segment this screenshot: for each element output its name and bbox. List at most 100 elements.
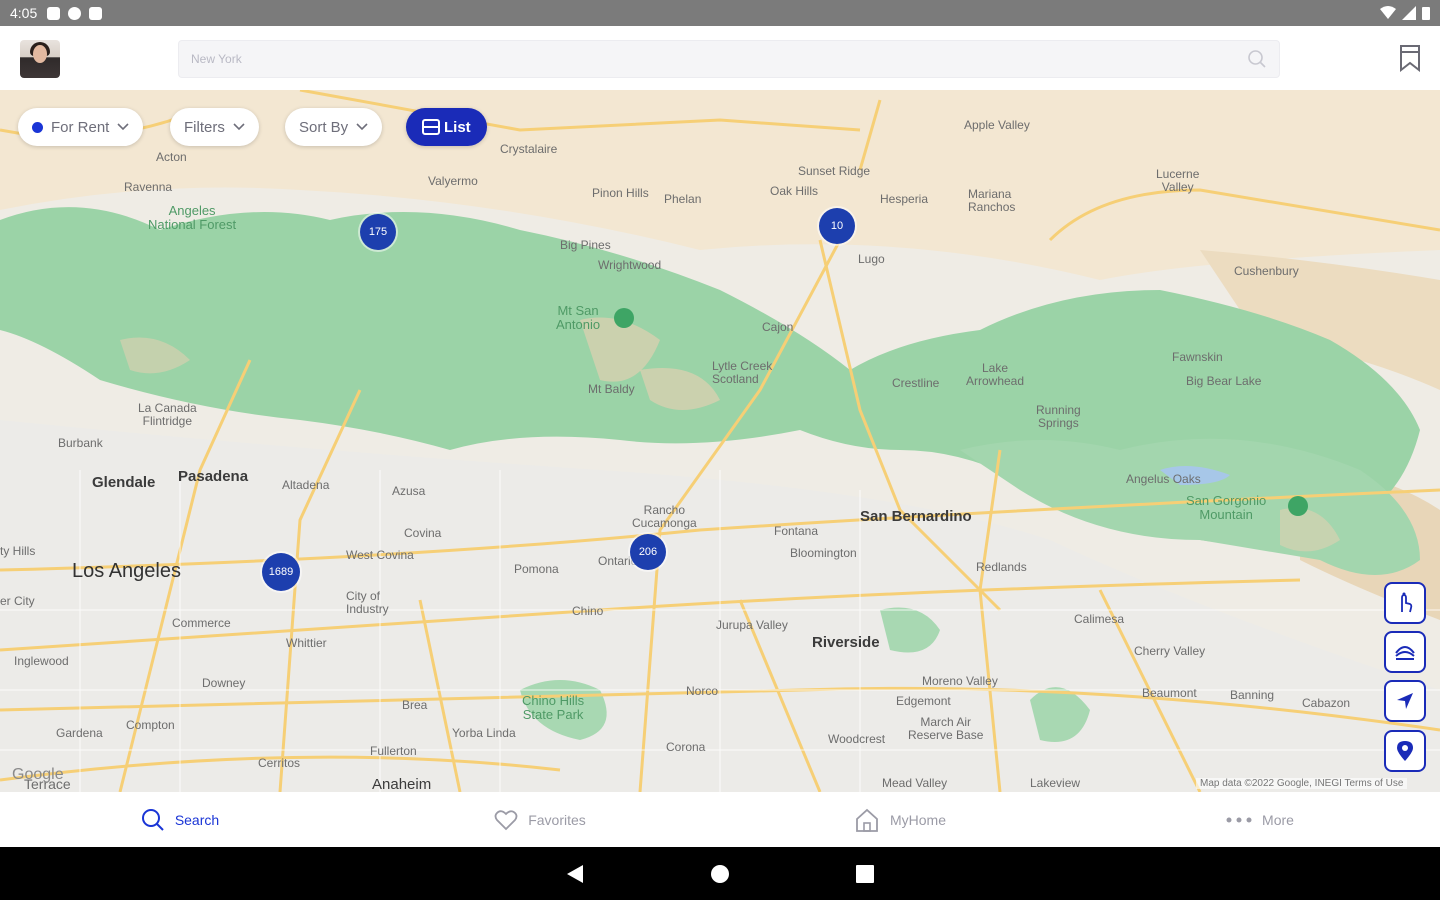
map-label: Burbank	[58, 436, 103, 450]
chevron-down-icon	[356, 123, 368, 131]
map-label: Banning	[1230, 688, 1275, 702]
recents-icon[interactable]	[856, 865, 874, 883]
search-input[interactable]	[191, 52, 1247, 66]
nav-favorites[interactable]: Favorites	[360, 792, 720, 847]
map-label: Ravenna	[124, 180, 173, 194]
map-label: Valyermo	[428, 174, 478, 188]
map-label: Los Angeles	[72, 560, 181, 582]
my-location-button[interactable]	[1384, 680, 1426, 722]
map-label: Norco	[686, 684, 719, 698]
map-label: Fawnskin	[1172, 350, 1223, 364]
wifi-icon	[1380, 6, 1396, 19]
app-notification-icon	[68, 6, 82, 20]
map-label: Pomona	[514, 562, 559, 576]
chevron-down-icon	[117, 123, 129, 131]
map-label: Fontana	[774, 524, 819, 538]
avatar[interactable]	[20, 40, 60, 78]
map-label: Glendale	[92, 474, 156, 491]
listing-cluster[interactable]: 1689	[262, 553, 300, 591]
for-rent-filter[interactable]: For Rent	[18, 108, 144, 146]
search-bar[interactable]	[178, 40, 1280, 78]
nav-myhome-label: MyHome	[889, 811, 946, 828]
map-label: Rancho Cucamonga	[632, 503, 697, 530]
nav-myhome[interactable]: MyHome	[720, 792, 1080, 847]
map-label: Cushenbury	[1234, 264, 1299, 278]
map-label: Commerce	[172, 616, 231, 630]
map-label: Azusa	[392, 484, 426, 498]
map-label: San Gorgonio Mountain	[1186, 493, 1267, 522]
nearby-pin-button[interactable]	[1384, 730, 1426, 772]
nav-more-label: More	[1262, 811, 1294, 828]
status-bar: 4:05	[0, 0, 1440, 26]
map-label: Chino	[572, 604, 604, 618]
map-label: Moreno Valley	[922, 674, 998, 688]
more-dots-icon	[1226, 817, 1252, 822]
map-label: Gardena	[56, 726, 103, 740]
map-label: Yorba Linda	[452, 726, 516, 740]
status-time: 4:05	[10, 5, 38, 21]
sort-by-dropdown[interactable]: Sort By	[285, 108, 383, 146]
saved-searches-icon[interactable]	[1398, 44, 1422, 72]
map-label: Fullerton	[370, 744, 417, 758]
map-label: Lakeview	[1030, 776, 1081, 790]
map-label: Chino Hills State Park	[522, 693, 585, 722]
filters-dropdown[interactable]: Filters	[170, 108, 259, 146]
map-label: Lucerne Valley	[1156, 167, 1200, 194]
map-label: Oak Hills	[770, 184, 819, 198]
map-label: Mt San Antonio	[556, 303, 601, 332]
system-navigation-bar	[0, 847, 1440, 900]
map-label: March Air Reserve Base	[908, 715, 984, 742]
heart-icon	[494, 809, 518, 830]
status-dot-icon	[32, 121, 43, 133]
map-label: Big Bear Lake	[1186, 374, 1262, 388]
search-icon	[141, 808, 164, 831]
listing-cluster[interactable]: 175	[360, 214, 396, 250]
map-label: La Canada Flintridge	[138, 401, 197, 428]
map-label: Whittier	[286, 636, 327, 650]
listing-cluster[interactable]: 10	[819, 208, 855, 244]
map-label: Edgemont	[896, 694, 951, 708]
map-label: Phelan	[664, 192, 702, 206]
map-label: Cabazon	[1302, 696, 1351, 710]
map-label: Wrightwood	[598, 258, 662, 272]
list-icon	[422, 119, 440, 135]
map-label: San Bernardino	[860, 508, 972, 525]
top-bar	[0, 26, 1440, 90]
filters-label: Filters	[184, 118, 225, 136]
nav-more[interactable]: More	[1080, 792, 1440, 847]
map-label: Cherry Valley	[1134, 644, 1206, 658]
map-label: City of Industry	[346, 589, 389, 616]
search-icon[interactable]	[1247, 49, 1267, 69]
chevron-down-icon	[233, 123, 245, 131]
map-label: Angeles National Forest	[148, 203, 237, 232]
map-label: Compton	[126, 718, 175, 732]
map-label: Mariana Ranchos	[968, 187, 1016, 214]
map-label: Pasadena	[178, 468, 249, 485]
google-logo: Google	[12, 766, 64, 783]
map-label: Calimesa	[1074, 612, 1125, 626]
map-label: Crestline	[892, 376, 940, 390]
map-label: Covina	[404, 526, 442, 540]
nav-search[interactable]: Search	[0, 792, 360, 847]
draw-area-button[interactable]	[1384, 582, 1426, 624]
map-label: Beaumont	[1142, 686, 1197, 700]
map-label: Jurupa Valley	[716, 618, 788, 632]
map-view[interactable]: Apple Valley Crystalaire Valyermo Pinon …	[0, 90, 1440, 792]
map-label: Apple Valley	[964, 118, 1030, 132]
listing-cluster[interactable]: 206	[630, 534, 666, 570]
map-label: Pinon Hills	[592, 186, 649, 200]
map-layers-button[interactable]	[1384, 631, 1426, 673]
for-rent-label: For Rent	[51, 118, 110, 136]
location-pin-icon	[1397, 741, 1413, 761]
home-circle-icon[interactable]	[710, 864, 730, 884]
bottom-navigation: Search Favorites MyHome More	[0, 792, 1440, 847]
list-view-button[interactable]: List	[406, 108, 487, 146]
map-label: Mt Baldy	[588, 382, 635, 396]
map-label: Hesperia	[880, 192, 929, 206]
back-icon[interactable]	[566, 864, 584, 884]
map-attribution[interactable]: Map data ©2022 Google, INEGI Terms of Us…	[1196, 778, 1408, 789]
map-label: Cajon	[762, 320, 794, 334]
nav-search-label: Search	[174, 811, 220, 828]
layers-icon	[1395, 646, 1415, 660]
home-icon	[856, 808, 878, 832]
